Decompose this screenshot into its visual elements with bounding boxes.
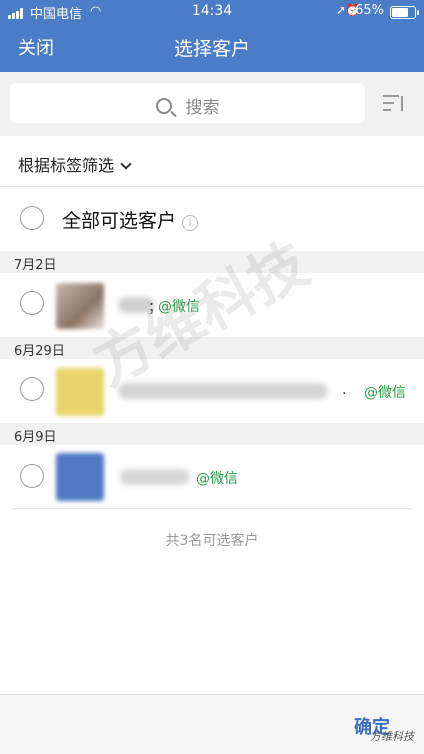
customer-count: 共3名可选客户 bbox=[165, 533, 259, 549]
wechat-tag: @微信 bbox=[196, 471, 238, 487]
footer-watermark: 方维科技 bbox=[370, 730, 414, 743]
customer-radio[interactable] bbox=[20, 291, 44, 315]
date-header: 6月29日 bbox=[0, 337, 424, 359]
customer-name-redacted bbox=[118, 383, 328, 399]
divider bbox=[0, 186, 424, 187]
date-header: 7月2日 bbox=[0, 251, 424, 273]
search-input[interactable]: 搜索 bbox=[10, 83, 365, 123]
battery-percent: 65% bbox=[355, 3, 384, 18]
select-all-label: 全部可选客户 bbox=[62, 210, 177, 232]
divider bbox=[12, 508, 412, 509]
info-icon[interactable]: i bbox=[182, 215, 199, 231]
sort-icon[interactable] bbox=[383, 93, 405, 113]
customer-avatar bbox=[56, 368, 104, 416]
battery-icon bbox=[390, 6, 419, 19]
search-bar: 搜索 bbox=[0, 72, 424, 136]
customer-avatar bbox=[56, 453, 104, 501]
customer-radio[interactable] bbox=[20, 377, 44, 401]
footer-bar: 确定 方维科技 bbox=[0, 694, 424, 754]
page-title: 选择客户 bbox=[173, 38, 250, 60]
search-placeholder: 搜索 bbox=[185, 98, 220, 118]
status-bar: 中国电信 ◠ 14:34 ➚ ⏰ 65% bbox=[0, 0, 424, 24]
customer-avatar bbox=[56, 283, 104, 329]
select-all-row[interactable]: 全部可选客户 i bbox=[62, 206, 199, 233]
customer-name-suffix: . bbox=[342, 382, 347, 398]
wechat-tag: @微信 bbox=[364, 385, 406, 401]
customer-name-redacted bbox=[120, 469, 190, 485]
tag-filter-label: 根据标签筛选 bbox=[18, 156, 115, 175]
search-icon bbox=[155, 98, 172, 114]
wechat-tag: @微信 bbox=[158, 299, 200, 315]
tag-filter-dropdown[interactable]: 根据标签筛选 bbox=[18, 152, 132, 176]
customer-radio[interactable] bbox=[20, 464, 44, 488]
header-bar: 中国电信 ◠ 14:34 ➚ ⏰ 65% 关闭 选择客户 bbox=[0, 0, 424, 72]
select-all-radio[interactable] bbox=[20, 206, 44, 230]
chevron-down-icon bbox=[120, 158, 132, 170]
date-header: 6月9日 bbox=[0, 423, 424, 445]
